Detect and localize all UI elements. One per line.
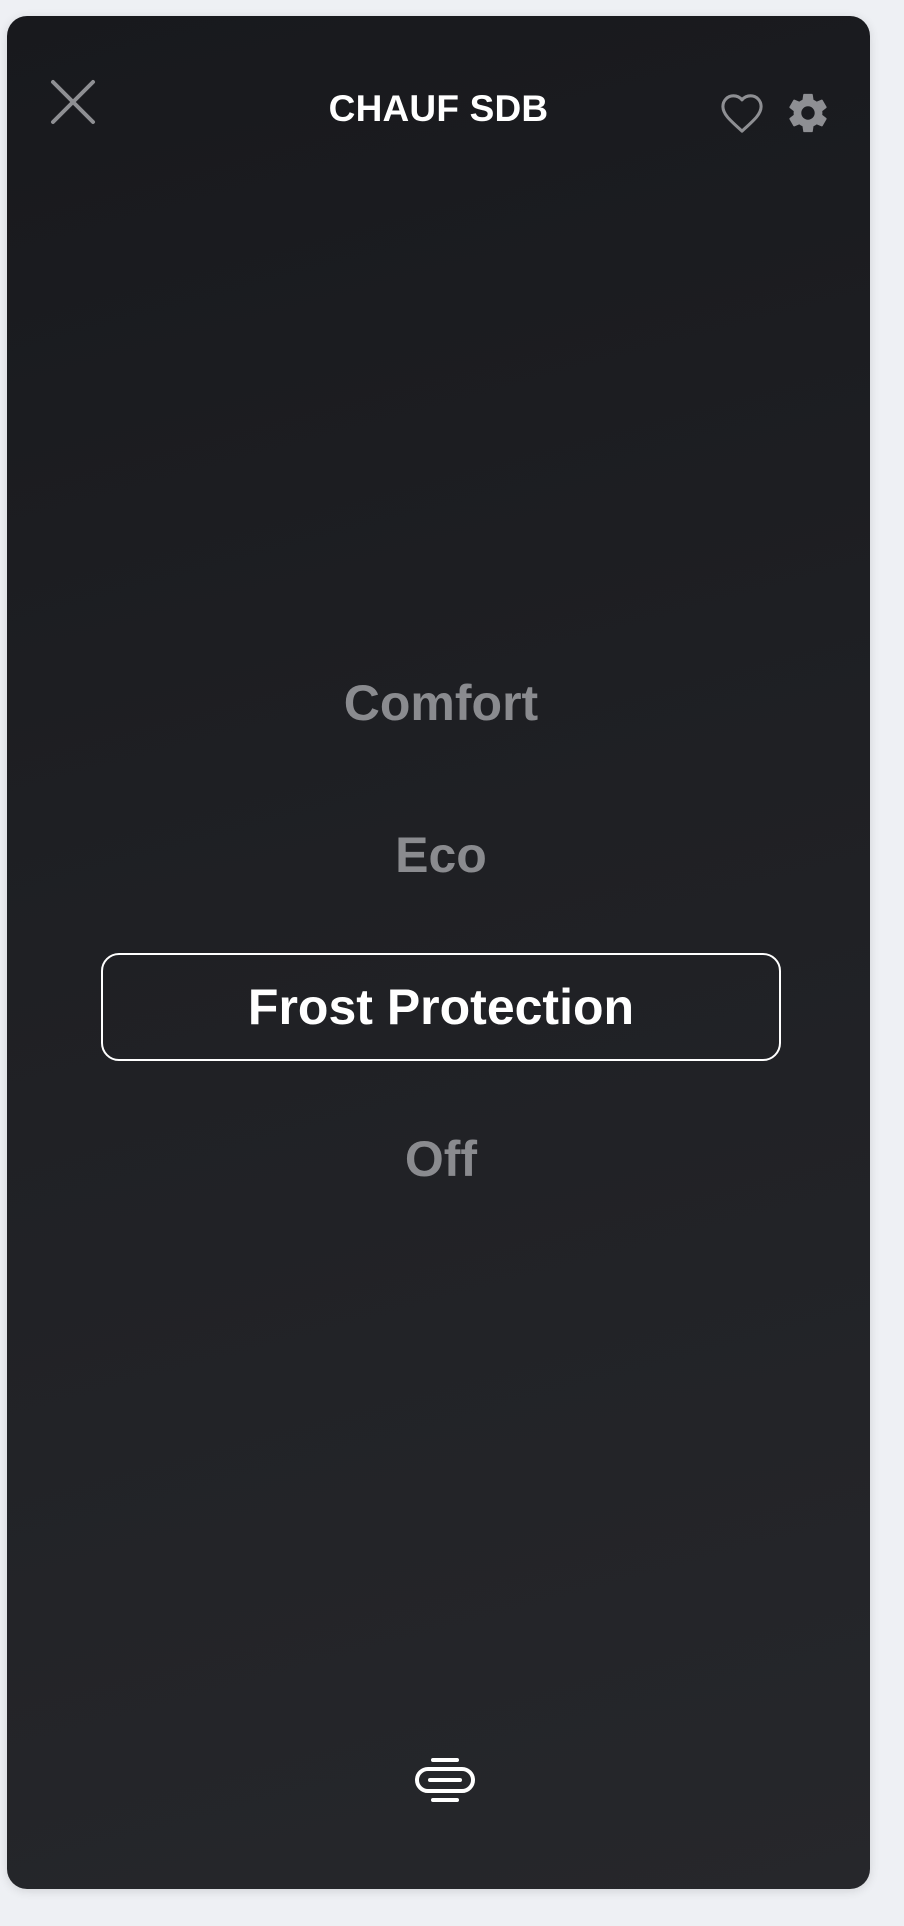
mode-option-off[interactable]: Off bbox=[101, 1105, 781, 1213]
mode-list-toggle-button[interactable] bbox=[407, 1752, 483, 1808]
settings-button[interactable] bbox=[783, 88, 833, 138]
mode-option-eco[interactable]: Eco bbox=[101, 801, 781, 909]
device-control-panel: CHAUF SDB Comfort Eco Frost Protection O… bbox=[7, 16, 870, 1889]
mode-list: Comfort Eco Frost Protection Off bbox=[101, 649, 781, 1257]
mode-option-frost-protection[interactable]: Frost Protection bbox=[101, 953, 781, 1061]
heart-outline-icon bbox=[721, 94, 763, 133]
stacked-lines-icon bbox=[415, 1758, 475, 1802]
gear-icon bbox=[789, 93, 827, 133]
favorite-button[interactable] bbox=[717, 88, 767, 138]
mode-option-comfort[interactable]: Comfort bbox=[101, 649, 781, 757]
